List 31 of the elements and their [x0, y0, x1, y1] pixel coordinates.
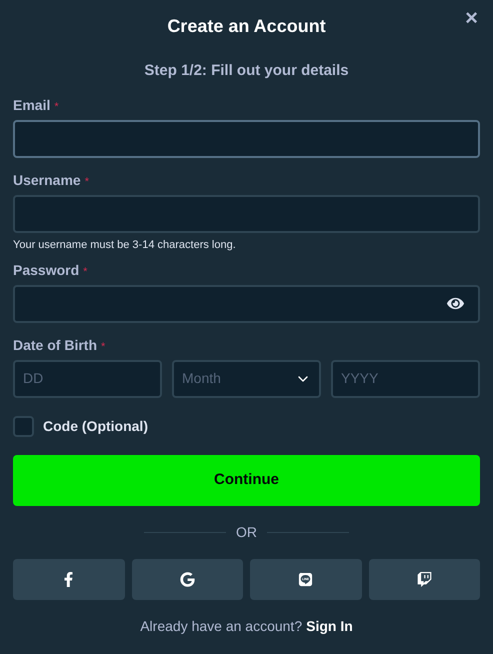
continue-button[interactable]: Continue: [13, 454, 480, 506]
eye-icon[interactable]: [447, 295, 464, 312]
twitch-icon: [416, 572, 432, 586]
field-label: Password: [13, 262, 80, 278]
checkbox-label: Code (Optional): [43, 416, 148, 436]
chat-bubble-icon: [298, 572, 314, 586]
close-button[interactable]: ×: [465, 7, 478, 29]
social-login-button[interactable]: [250, 558, 362, 600]
social-login-button[interactable]: [368, 558, 480, 600]
footer-text: Already have an account?: [140, 616, 302, 636]
step-subtitle: Step 1/2: Fill out your details: [143, 61, 350, 81]
dialog-title: Create an Account: [167, 15, 326, 38]
field-label: Date of Birth: [13, 336, 97, 354]
field-label: Username: [13, 172, 81, 188]
required-mark: *: [54, 100, 59, 114]
required-mark: *: [84, 174, 89, 190]
password-field[interactable]: [13, 284, 480, 322]
field-label: Email: [13, 96, 50, 114]
sign-in-link[interactable]: Sign In: [306, 616, 353, 636]
required-mark: *: [101, 340, 106, 354]
checkbox[interactable]: [13, 416, 34, 436]
placeholder-text: Month: [182, 369, 221, 388]
placeholder-text: YYYY: [341, 369, 378, 388]
social-login-button[interactable]: [132, 558, 243, 600]
google-icon: [180, 572, 195, 586]
input-field[interactable]: [13, 120, 480, 158]
placeholder-text: DD: [23, 369, 44, 388]
input-field[interactable]: [13, 194, 480, 232]
or-divider-text: OR: [236, 522, 257, 542]
required-mark: *: [83, 264, 88, 280]
field-hint: Your username must be 3-14 characters long.: [13, 238, 237, 252]
